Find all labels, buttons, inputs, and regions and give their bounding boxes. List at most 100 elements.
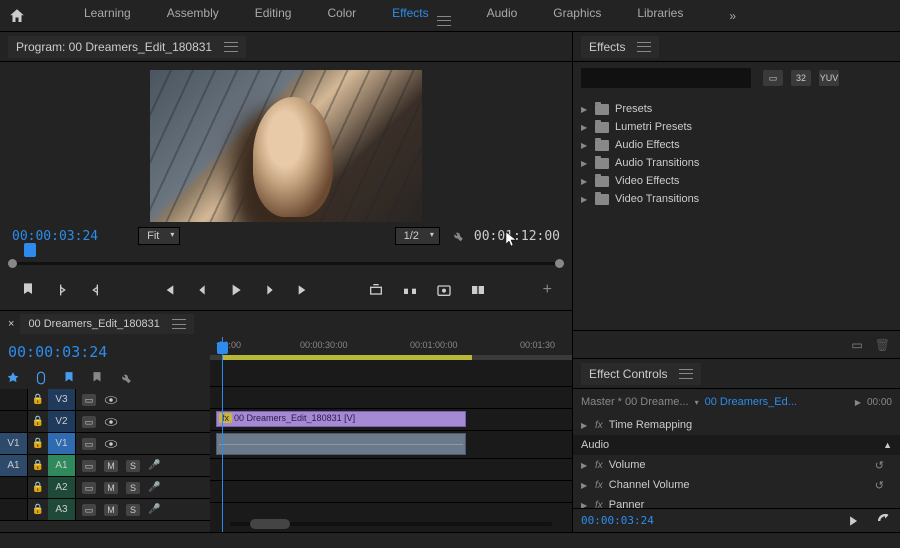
effects-badge[interactable]: YUV [819,70,839,86]
settings-icon[interactable] [450,229,464,243]
ec-timecode[interactable]: 00:00:03:24 [581,514,654,527]
add-marker-icon[interactable] [62,371,76,385]
effects-badge[interactable]: ▭ [763,70,783,86]
track-target[interactable]: A1 [48,455,76,476]
workspace-tab-color[interactable]: Color [309,0,374,34]
play-icon[interactable] [228,282,244,298]
track-target[interactable]: A3 [48,499,76,520]
ec-property[interactable]: ▶fxChannel Volume↺ [573,475,900,495]
lock-icon[interactable]: 🔒 [28,504,48,515]
effects-folder[interactable]: ▶Audio Transitions [573,154,900,172]
video-clip[interactable]: fx00 Dreamers_Edit_180831 [V] [216,411,466,427]
panel-menu-icon[interactable] [679,369,693,379]
ec-property[interactable]: ▶fxTime Remapping [573,415,900,435]
linked-selection-icon[interactable] [34,371,48,385]
track-header[interactable]: V1🔒V1 ▭ [0,433,210,455]
toggle-output-icon[interactable]: ▭ [82,394,96,406]
playhead-icon[interactable] [24,243,36,257]
effects-folder[interactable]: ▶Audio Effects [573,136,900,154]
extract-icon[interactable] [402,282,418,298]
workspace-tab-assembly[interactable]: Assembly [149,0,237,34]
source-patch[interactable]: A1 [0,455,28,476]
work-area-bar[interactable] [222,355,472,360]
toggle-output-icon[interactable]: ▭ [82,416,96,428]
track-header[interactable]: 🔒V2▭ [0,411,210,433]
reset-icon[interactable]: ↺ [875,479,884,492]
fx-icon[interactable]: fx [595,460,603,471]
workspace-tab-graphics[interactable]: Graphics [535,0,619,34]
ec-sequence-clip[interactable]: 00 Dreamers_Ed... [705,396,797,408]
effects-badge[interactable]: 32 [791,70,811,86]
toggle-output-icon[interactable]: ▭ [82,438,96,450]
collapse-icon[interactable]: ▲ [883,440,892,450]
ec-category[interactable]: Audio▲ [573,435,900,455]
workspace-tab-editing[interactable]: Editing [237,0,310,34]
export-frame-icon[interactable] [436,282,452,298]
toggle-output-icon[interactable]: ▭ [82,504,96,516]
zoom-fit-select[interactable]: Fit [138,227,180,245]
timeline-settings-icon[interactable] [90,371,104,385]
sequence-timecode[interactable]: 00:00:03:24 [8,343,107,361]
effects-folder[interactable]: ▶Presets [573,100,900,118]
home-icon[interactable] [8,7,26,25]
ec-property[interactable]: ▶fxPanner [573,495,900,508]
effects-tab[interactable]: Effects [581,36,659,58]
voiceover-icon[interactable]: 🎤 [148,460,160,471]
lock-icon[interactable]: 🔒 [28,416,48,427]
timeline-area[interactable]: :00:0000:00:30:0000:01:00:0000:01:30 fx0… [210,337,572,532]
wrench-icon[interactable] [118,371,132,385]
timeline-playhead[interactable] [222,337,223,532]
add-button-icon[interactable]: + [543,281,552,299]
time-ruler[interactable]: :00:0000:00:30:0000:01:00:0000:01:30 [210,337,572,355]
voiceover-icon[interactable]: 🎤 [148,504,160,515]
program-tab[interactable]: Program: 00 Dreamers_Edit_180831 [8,36,246,58]
fx-icon[interactable]: fx [595,500,603,509]
in-point-icon[interactable] [54,282,70,298]
workspace-tab-learning[interactable]: Learning [66,0,149,34]
effects-folder[interactable]: ▶Video Effects [573,172,900,190]
marker-icon[interactable] [20,282,36,298]
mute-icon[interactable]: M [104,504,118,516]
timeline-scrollbar[interactable] [210,518,572,530]
lock-icon[interactable]: 🔒 [28,438,48,449]
lock-icon[interactable]: 🔒 [28,460,48,471]
voiceover-icon[interactable]: 🎤 [148,482,160,493]
effects-folder[interactable]: ▶Video Transitions [573,190,900,208]
effects-search-input[interactable] [581,68,751,88]
program-timecode-in[interactable]: 00:00:03:24 [12,229,98,244]
track-target[interactable]: V3 [48,389,76,410]
eye-icon[interactable] [104,395,118,405]
loop-icon[interactable] [878,514,892,528]
effects-folder[interactable]: ▶Lumetri Presets [573,118,900,136]
panel-menu-icon[interactable] [172,319,186,329]
new-bin-icon[interactable]: ▭ [851,338,862,352]
track-target[interactable]: A2 [48,477,76,498]
mute-icon[interactable]: M [104,482,118,494]
solo-icon[interactable]: S [126,482,140,494]
sequence-tab[interactable]: 00 Dreamers_Edit_180831 [20,314,193,334]
lock-icon[interactable]: 🔒 [28,394,48,405]
out-point-icon[interactable] [88,282,104,298]
lift-icon[interactable] [368,282,384,298]
solo-icon[interactable]: S [126,504,140,516]
reset-icon[interactable]: ↺ [875,459,884,472]
track-header[interactable]: 🔒A3 ▭ MS 🎤 [0,499,210,521]
step-forward-icon[interactable] [262,282,278,298]
snap-icon[interactable] [6,371,20,385]
fx-icon[interactable]: fx [595,480,603,491]
close-tab-icon[interactable]: × [8,318,14,330]
lock-icon[interactable]: 🔒 [28,482,48,493]
eye-icon[interactable] [104,417,118,427]
track-header[interactable]: 🔒V3 ▭ [0,389,210,411]
source-patch[interactable]: V1 [0,433,28,454]
program-scrub-bar[interactable] [0,250,572,274]
track-target[interactable]: V1 [48,433,76,454]
fx-icon[interactable]: fx [595,420,603,431]
mute-icon[interactable]: M [104,460,118,472]
eye-icon[interactable] [104,439,118,449]
toggle-animation-icon[interactable] [846,514,860,528]
effect-controls-tab[interactable]: Effect Controls [581,363,701,385]
panel-menu-icon[interactable] [224,42,238,52]
step-back-icon[interactable] [194,282,210,298]
program-preview[interactable] [150,70,422,222]
